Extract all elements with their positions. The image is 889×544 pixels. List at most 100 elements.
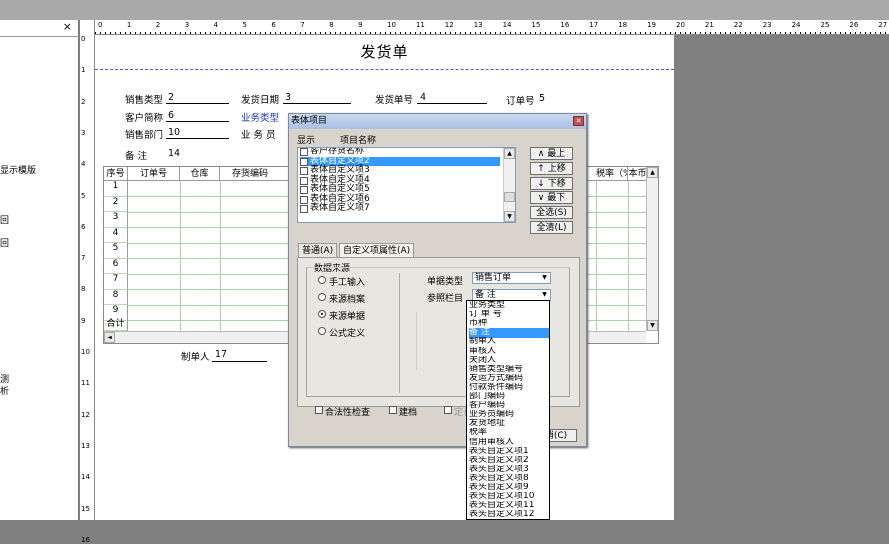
radio-document[interactable]: 来源单据 [318, 309, 365, 322]
radio-archive[interactable]: 来源档案 [318, 292, 365, 305]
checkbox-icon[interactable] [300, 167, 308, 175]
checkbox-icon[interactable] [300, 195, 308, 204]
radio-manual[interactable]: 手工输入 [318, 275, 365, 288]
list-item[interactable]: 表体自定义项7 [300, 203, 500, 214]
ref-col-dropdown[interactable]: 业务类型订 单 号币种备 注制单人 审核人 关闭人 销售类型编号 发运方式编码 付款条件编… [466, 300, 550, 520]
note-value[interactable]: 14 [168, 148, 180, 159]
dropdown-item[interactable]: 信用审核人 [469, 438, 549, 448]
col-header[interactable]: 仓库 [180, 167, 220, 181]
scroll-down-icon[interactable]: ▼ [647, 320, 658, 331]
grid-vertical-scrollbar[interactable]: ▲ ▼ [646, 167, 658, 331]
radio-icon[interactable] [318, 327, 326, 335]
order-no-label[interactable]: 订单号 [506, 93, 535, 107]
checkbox-checked-icon[interactable]: ✓ [300, 157, 308, 166]
archive-check[interactable]: 建档 [389, 405, 417, 418]
checkbox-icon[interactable] [300, 148, 308, 156]
scroll-up-icon[interactable]: ▲ [647, 167, 658, 178]
dropdown-item[interactable]: 销售类型编号 [469, 365, 549, 375]
left-panel-item[interactable]: 析 [0, 384, 9, 397]
ship-date-value[interactable]: 3 [285, 92, 291, 103]
dropdown-item[interactable]: 付款条件编码 [469, 383, 549, 393]
move-up-button[interactable]: ↑ 上移 [530, 162, 573, 175]
chevron-down-icon[interactable]: ▼ [540, 274, 549, 282]
dropdown-item[interactable]: 订 单 号 [469, 310, 549, 320]
dropdown-item[interactable]: 表头自定义项3 [469, 465, 549, 475]
dropdown-item[interactable]: 表头自定义项8 [469, 474, 549, 484]
dept-label[interactable]: 销售部门 [125, 127, 163, 141]
dropdown-item[interactable]: 关闭人 [469, 356, 549, 366]
col-header[interactable]: 序号 [104, 167, 128, 181]
col-header[interactable]: 税率（%） [596, 167, 628, 181]
left-panel-item[interactable]: 回 [0, 213, 9, 226]
order-no-value[interactable]: 5 [539, 93, 545, 104]
col-header[interactable]: 本币 [628, 167, 648, 181]
dropdown-item[interactable]: 部门编码 [469, 392, 549, 402]
radio-formula[interactable]: 公式定义 [318, 326, 365, 339]
dropdown-item[interactable]: 表头自定义项2 [469, 456, 549, 466]
move-bottom-button[interactable]: ∨ 最下 [530, 191, 573, 204]
move-down-button[interactable]: ↓ 下移 [530, 177, 573, 190]
dropdown-item[interactable]: 发运方式编码 [469, 374, 549, 384]
scroll-left-icon[interactable]: ◄ [104, 332, 115, 343]
customer-label[interactable]: 客户简称 [125, 110, 163, 124]
tab-custom-properties[interactable]: 自定义项属性(A) [339, 243, 415, 258]
ref-col-label: 参照栏目 [427, 294, 464, 304]
dropdown-item[interactable]: 业务员编码 [469, 410, 549, 420]
item-list[interactable]: 客户存货名称 ✓ 表体自定义项2 表体自定义项3 表体自定义项4 表体自定义项5 … [297, 147, 516, 223]
customer-value[interactable]: 6 [168, 110, 174, 121]
dropdown-item[interactable]: 表头自定义项1 [469, 447, 549, 457]
ship-no-label[interactable]: 发货单号 [375, 92, 413, 106]
close-icon[interactable]: × [63, 21, 72, 33]
clerk-label[interactable]: 业 务 员 [241, 127, 276, 141]
ship-no-value[interactable]: 4 [420, 92, 426, 103]
dropdown-item[interactable]: 业务类型 [469, 301, 549, 311]
left-panel-item[interactable]: 回 [0, 236, 9, 249]
dialog-title[interactable]: 表体项目 [289, 114, 586, 129]
list-scrollbar[interactable]: ▲ ▼ [503, 148, 515, 222]
chevron-down-icon[interactable]: ▼ [540, 291, 549, 299]
tab-general[interactable]: 普通(A) [298, 243, 338, 258]
dropdown-item[interactable]: 审核人 [469, 347, 549, 357]
sales-type-value[interactable]: 2 [168, 92, 174, 103]
dropdown-item[interactable]: 表头自定义项9 [469, 483, 549, 493]
col-header[interactable]: 订单号 [128, 167, 180, 181]
doc-type-select[interactable]: 销售订单 ▼ [472, 272, 551, 284]
check-validity[interactable]: 合法性检查 [315, 405, 370, 418]
page-title[interactable]: 发货单 [95, 41, 674, 62]
dropdown-item[interactable]: 表头自定义项12 [469, 510, 549, 519]
maker-value[interactable]: 17 [215, 349, 227, 360]
note-label[interactable]: 备 注 [125, 148, 147, 162]
checkbox-icon[interactable] [389, 406, 397, 414]
scroll-up-icon[interactable]: ▲ [504, 148, 515, 159]
biz-type-label[interactable]: 业务类型 [241, 110, 279, 124]
ruler-tick-label: 26 [849, 21, 859, 29]
radio-icon[interactable] [318, 293, 326, 301]
left-panel-item[interactable]: 显示模版 [0, 163, 36, 176]
maker-label[interactable]: 制单人 [181, 349, 210, 363]
dropdown-item[interactable]: 表头自定义项11 [469, 501, 549, 511]
clear-all-button[interactable]: 全清(L) [530, 221, 573, 234]
col-header[interactable]: 存货编码 [220, 167, 290, 181]
dropdown-item[interactable]: 税率 [469, 428, 549, 438]
select-all-button[interactable]: 全选(S) [530, 206, 573, 219]
dept-value[interactable]: 10 [168, 127, 180, 138]
dropdown-item[interactable]: 备 注 [469, 328, 549, 338]
scroll-down-icon[interactable]: ▼ [504, 211, 515, 222]
dropdown-item[interactable]: 发货地址 [469, 419, 549, 429]
dropdown-item[interactable]: 币种 [469, 319, 549, 329]
dropdown-item[interactable]: 表头自定义项10 [469, 492, 549, 502]
radio-icon[interactable] [318, 276, 326, 284]
checkbox-icon[interactable] [315, 406, 323, 414]
checkbox-icon[interactable] [300, 186, 308, 194]
checkbox-icon[interactable] [300, 205, 308, 213]
move-top-button[interactable]: ∧ 最上 [530, 147, 573, 160]
dropdown-item[interactable]: 客户编码 [469, 401, 549, 411]
scroll-thumb[interactable] [504, 192, 515, 202]
checkbox-icon[interactable] [300, 176, 308, 185]
dropdown-item[interactable]: 制单人 [469, 337, 549, 347]
radio-selected-icon[interactable] [318, 310, 326, 318]
sales-type-label[interactable]: 销售类型 [125, 92, 163, 106]
checkbox-icon[interactable] [444, 406, 452, 414]
ship-date-label[interactable]: 发货日期 [241, 92, 279, 106]
close-icon[interactable]: ✕ [573, 116, 584, 126]
